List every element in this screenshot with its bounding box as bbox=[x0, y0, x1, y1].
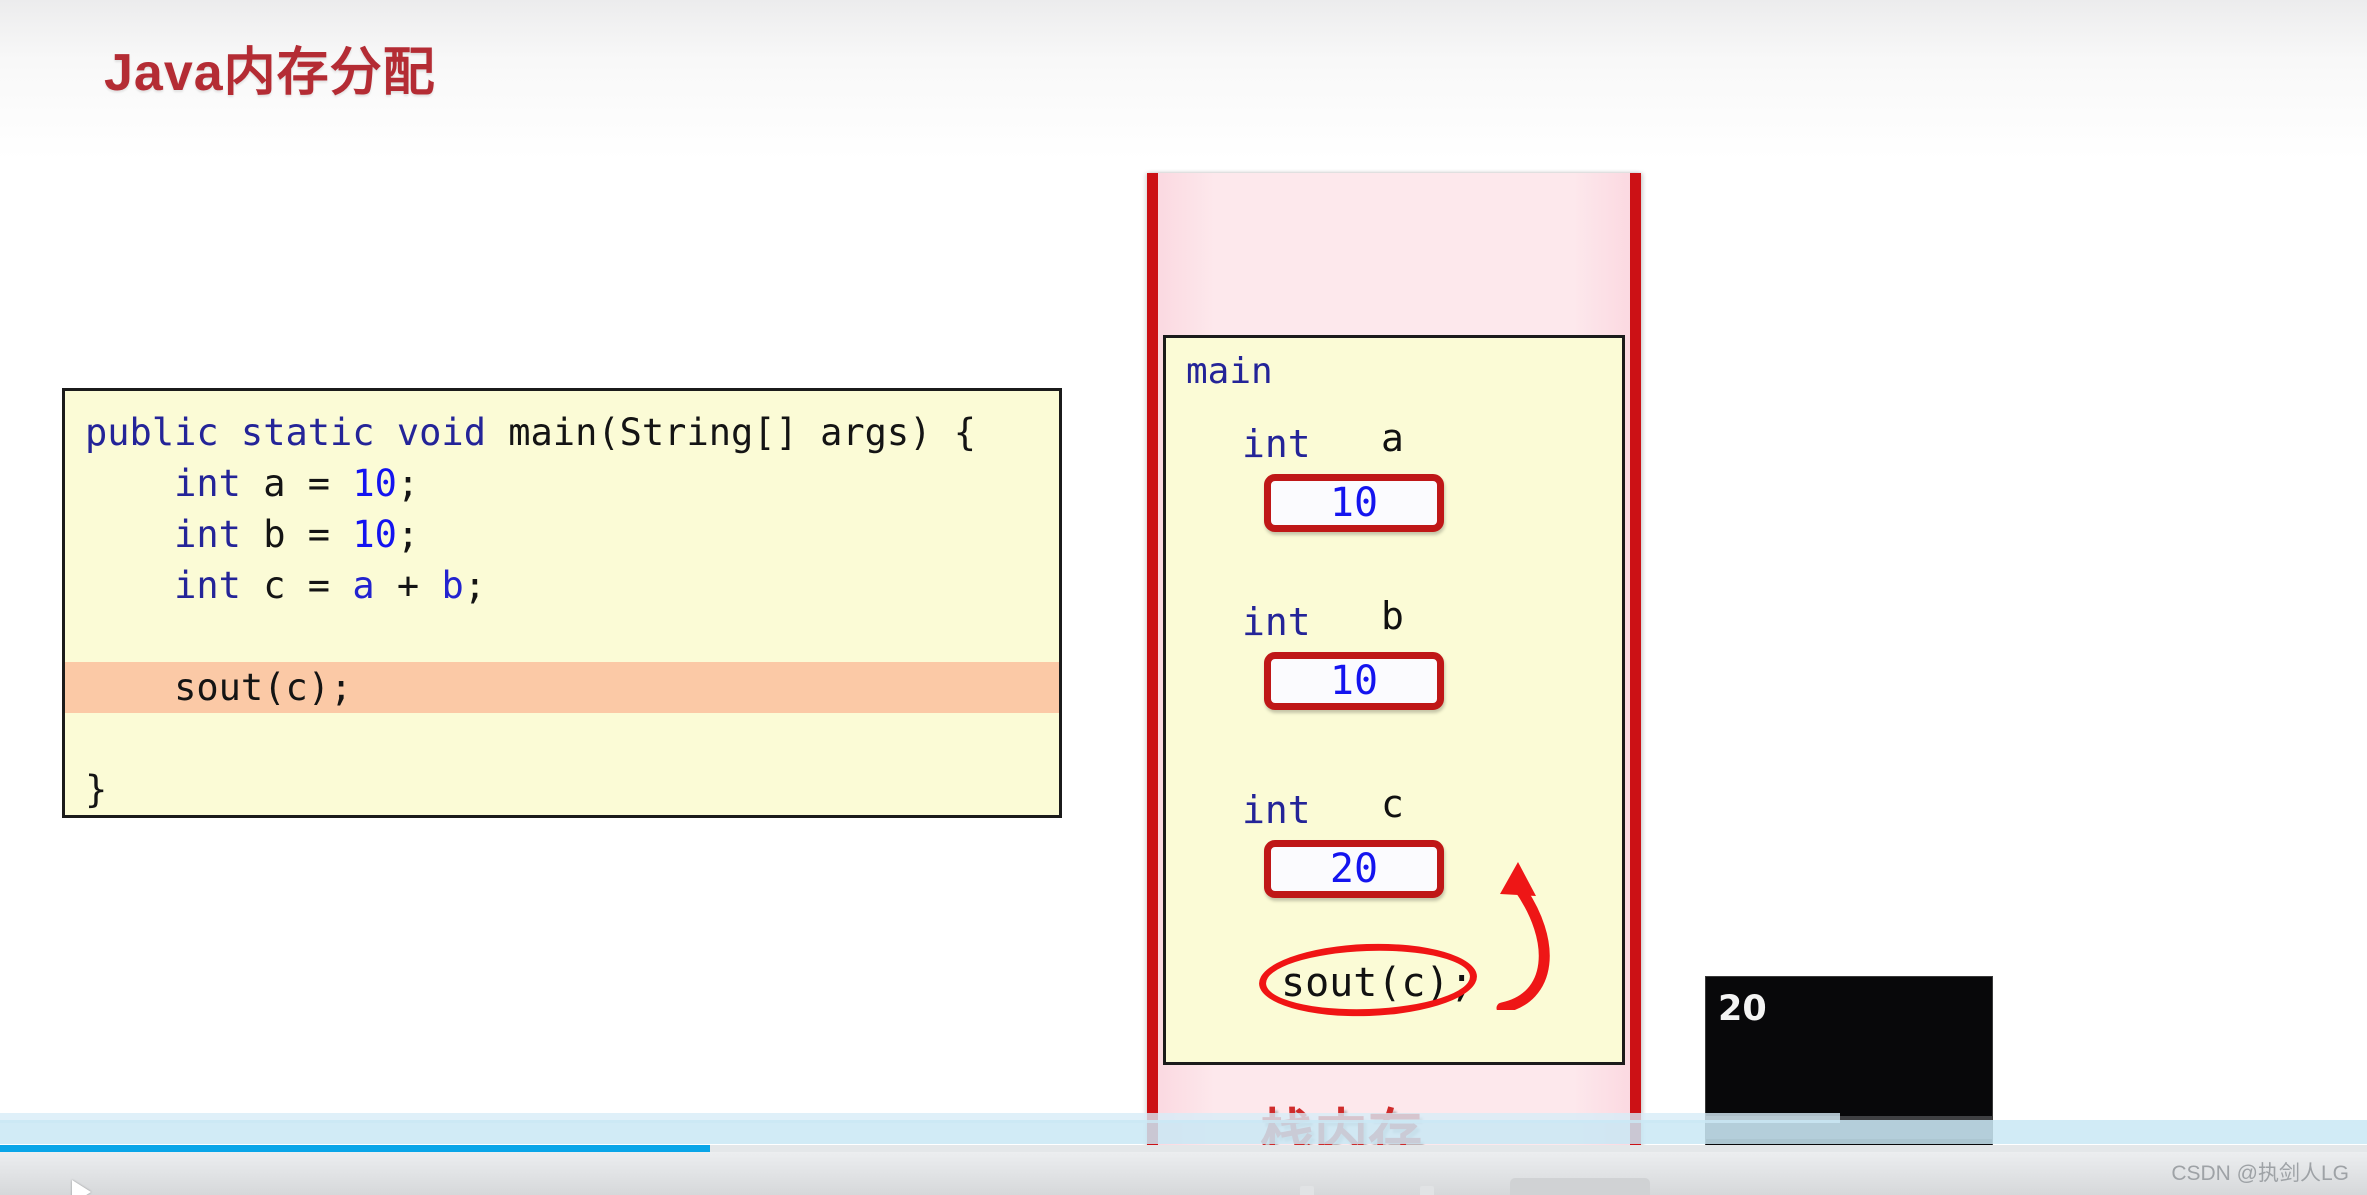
player-chip-left[interactable] bbox=[1510, 1178, 1650, 1195]
code-token: int bbox=[174, 564, 241, 607]
variable-type-b: int bbox=[1242, 600, 1311, 644]
code-line: int c = a + b; bbox=[65, 560, 1059, 611]
code-token: 10 bbox=[352, 513, 397, 556]
code-token: c = bbox=[240, 564, 353, 607]
player-control-bar bbox=[0, 1152, 2367, 1195]
stack-frame-label: main bbox=[1186, 351, 1273, 392]
code-token: } bbox=[85, 768, 108, 811]
code-token: b bbox=[441, 564, 464, 607]
slide-canvas: Java内存分配 public static void main(String[… bbox=[0, 0, 2367, 1195]
console-output-text: 20 bbox=[1718, 989, 1767, 1029]
code-line: int a = 10; bbox=[65, 458, 1059, 509]
variable-value-box-b: 10 bbox=[1264, 652, 1444, 710]
code-token: b = bbox=[240, 513, 353, 556]
watermark: CSDN @执剑人LG bbox=[2171, 1162, 2349, 1185]
player-tick-b bbox=[1420, 1186, 1434, 1195]
variable-name-c: c bbox=[1381, 782, 1404, 826]
player-progress-fill[interactable] bbox=[0, 1145, 711, 1152]
code-line: } bbox=[65, 764, 1059, 815]
code-token: ; bbox=[463, 564, 486, 607]
code-panel: public static void main(String[] args) {… bbox=[62, 388, 1062, 818]
variable-value-box-c: 20 bbox=[1264, 840, 1444, 898]
variable-type-c: int bbox=[1242, 788, 1311, 832]
variable-type-a: int bbox=[1242, 422, 1311, 466]
code-token: main(String[] args) { bbox=[485, 411, 977, 454]
code-token: sout(c); bbox=[174, 666, 353, 709]
play-icon[interactable] bbox=[72, 1180, 91, 1195]
code-line: public static void main(String[] args) { bbox=[65, 407, 1059, 458]
code-token: ; bbox=[396, 513, 420, 556]
player-heatmap bbox=[0, 1120, 2367, 1144]
code-token: a bbox=[352, 564, 375, 607]
code-token: ; bbox=[396, 462, 420, 505]
code-token: 10 bbox=[352, 462, 397, 505]
code-token: a = bbox=[240, 462, 353, 505]
code-line: sout(c); bbox=[65, 662, 1059, 713]
code-token: int bbox=[174, 462, 241, 505]
code-line: int b = 10; bbox=[65, 509, 1059, 560]
player-tick-a bbox=[1300, 1186, 1314, 1195]
page-title: Java内存分配 bbox=[104, 44, 436, 102]
variable-name-b: b bbox=[1381, 594, 1404, 638]
code-token: + bbox=[374, 564, 442, 607]
variable-name-a: a bbox=[1381, 416, 1404, 460]
code-token: int bbox=[174, 513, 241, 556]
code-token: public static void bbox=[85, 411, 486, 454]
variable-value-box-a: 10 bbox=[1264, 474, 1444, 532]
